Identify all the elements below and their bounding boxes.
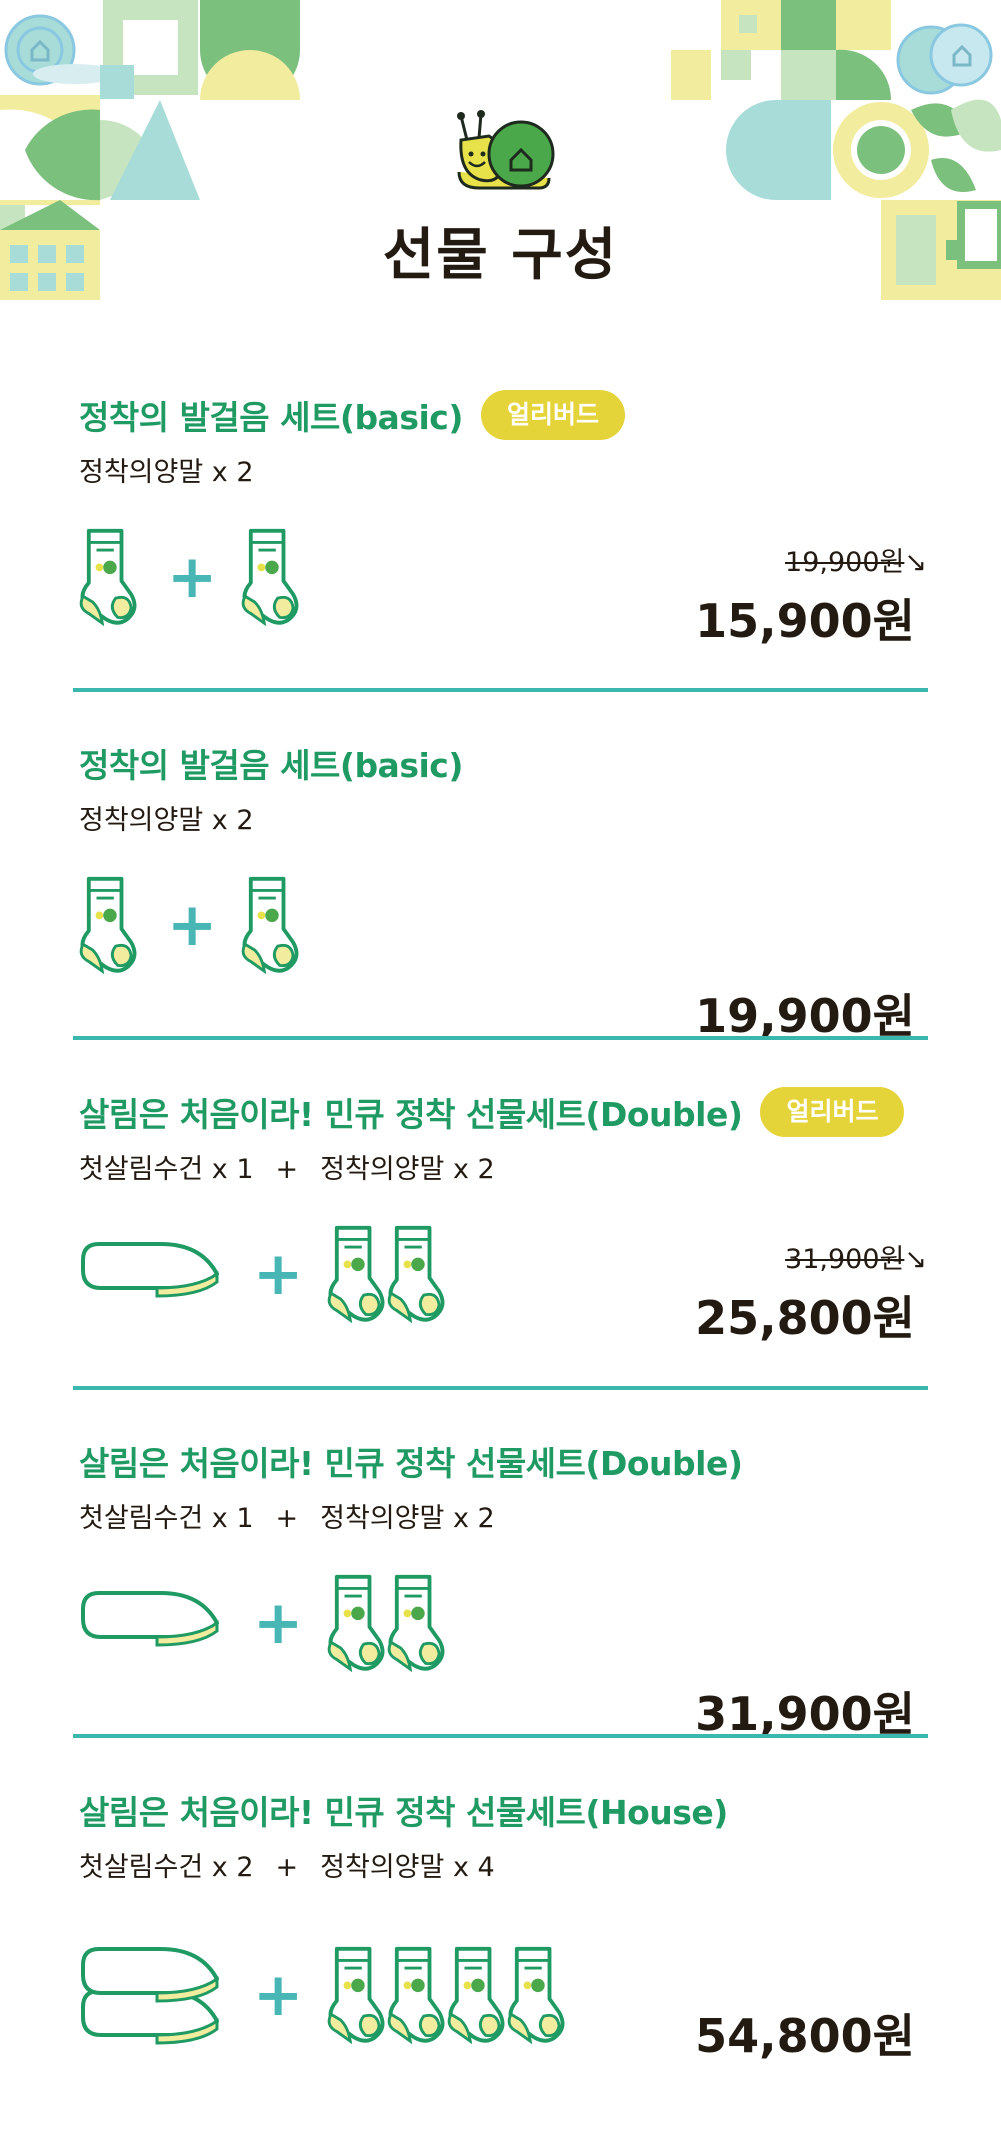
gift-icons: + (77, 875, 303, 975)
plus-icon: + (167, 890, 218, 960)
sock-icon (385, 1224, 449, 1324)
arrow-icon: ↘ (904, 1244, 927, 1275)
plus-icon: + (253, 1588, 304, 1658)
folded-towel-icon (77, 1583, 227, 1663)
sock-icon (77, 527, 141, 627)
original-price-value: 19,900원 (785, 547, 905, 578)
gift-title: 정착의 발걸음 세트(basic) (79, 398, 463, 437)
gift-title-row: 살림은 처음이라! 민큐 정착 선물세트(Double) (79, 1436, 743, 1486)
gift-icons: + (77, 1573, 449, 1673)
gift-icons: + (77, 1935, 569, 2055)
original-price: 31,900원↘ (785, 1237, 927, 1276)
snail-icon (457, 110, 555, 190)
plus-separator: + (275, 1503, 299, 1534)
divider (73, 1386, 928, 1390)
plus-icon: + (253, 1960, 304, 2030)
gift-contents: 정착의양말 x 2 (79, 450, 254, 489)
gift-icons: + (77, 527, 303, 627)
gift-item: 정착의양말 x 4 (320, 1852, 495, 1883)
gift-card: 살림은 처음이라! 민큐 정착 선물세트(House) 첫살림수건 x 2 + 정착… (77, 1785, 927, 2132)
price: 54,800원 (695, 2009, 915, 2063)
gift-title: 살림은 처음이라! 민큐 정착 선물세트(House) (79, 1793, 728, 1832)
gift-item: 첫살림수건 x 1 (79, 1503, 254, 1534)
page-title: 선물 구성 (382, 223, 619, 288)
gift-title-row: 살림은 처음이라! 민큐 정착 선물세트(House) (79, 1785, 728, 1835)
gift-contents: 정착의양말 x 2 (79, 798, 254, 837)
gift-title: 정착의 발걸음 세트(basic) (79, 746, 463, 785)
sock-icon (385, 1573, 449, 1673)
divider (73, 1036, 928, 1040)
early-bird-badge: 얼리버드 (760, 1087, 905, 1137)
early-bird-badge: 얼리버드 (480, 390, 625, 440)
gift-contents: 첫살림수건 x 1 + 정착의양말 x 2 (79, 1496, 495, 1535)
gift-title: 살림은 처음이라! 민큐 정착 선물세트(Double) (79, 1095, 743, 1134)
sock-icon (77, 875, 141, 975)
divider (73, 688, 928, 692)
plus-separator: + (275, 1154, 299, 1185)
plus-separator: + (275, 1852, 299, 1883)
gift-title-row: 정착의 발걸음 세트(basic) (79, 738, 463, 788)
gift-card: 살림은 처음이라! 민큐 정착 선물세트(Double) 얼리버드 첫살림수건 … (77, 1087, 927, 1434)
gift-card: 살림은 처음이라! 민큐 정착 선물세트(Double) 첫살림수건 x 1 + 정… (77, 1436, 927, 1783)
gift-icons: + (77, 1224, 449, 1324)
gift-card: 정착의 발걸음 세트(basic) 정착의양말 x 2 + 19,900원 (77, 738, 927, 1085)
gift-card: 정착의 발걸음 세트(basic) 얼리버드 정착의양말 x 2 + 19,90… (77, 390, 927, 737)
gift-item: 정착의양말 x 2 (79, 805, 254, 836)
sock-icon (445, 1945, 509, 2045)
sock-icon (239, 527, 303, 627)
plus-icon: + (167, 542, 218, 612)
gift-item: 정착의양말 x 2 (79, 457, 254, 488)
gift-item: 정착의양말 x 2 (320, 1503, 495, 1534)
gift-title-row: 정착의 발걸음 세트(basic) 얼리버드 (79, 390, 625, 440)
plus-icon: + (253, 1239, 304, 1309)
folded-towel-icon (77, 1234, 227, 1314)
folded-towel-icon (77, 1935, 227, 2055)
sale-price: 15,900원 (695, 594, 915, 648)
sock-icon (385, 1945, 449, 2045)
gift-item: 정착의양말 x 2 (320, 1154, 495, 1185)
sock-icon (239, 875, 303, 975)
gift-title: 살림은 처음이라! 민큐 정착 선물세트(Double) (79, 1444, 743, 1483)
original-price-value: 31,900원 (785, 1244, 905, 1275)
sock-icon (325, 1573, 389, 1673)
gift-contents: 첫살림수건 x 2 + 정착의양말 x 4 (79, 1845, 495, 1884)
original-price: 19,900원↘ (785, 540, 927, 579)
sale-price: 25,800원 (695, 1291, 915, 1345)
divider (73, 1734, 928, 1738)
sock-icon (325, 1945, 389, 2045)
sock-icon (505, 1945, 569, 2045)
gift-contents: 첫살림수건 x 1 + 정착의양말 x 2 (79, 1147, 495, 1186)
gift-item: 첫살림수건 x 1 (79, 1154, 254, 1185)
gift-item: 첫살림수건 x 2 (79, 1852, 254, 1883)
arrow-icon: ↘ (904, 547, 927, 578)
gift-title-row: 살림은 처음이라! 민큐 정착 선물세트(Double) 얼리버드 (79, 1087, 905, 1137)
sock-icon (325, 1224, 389, 1324)
